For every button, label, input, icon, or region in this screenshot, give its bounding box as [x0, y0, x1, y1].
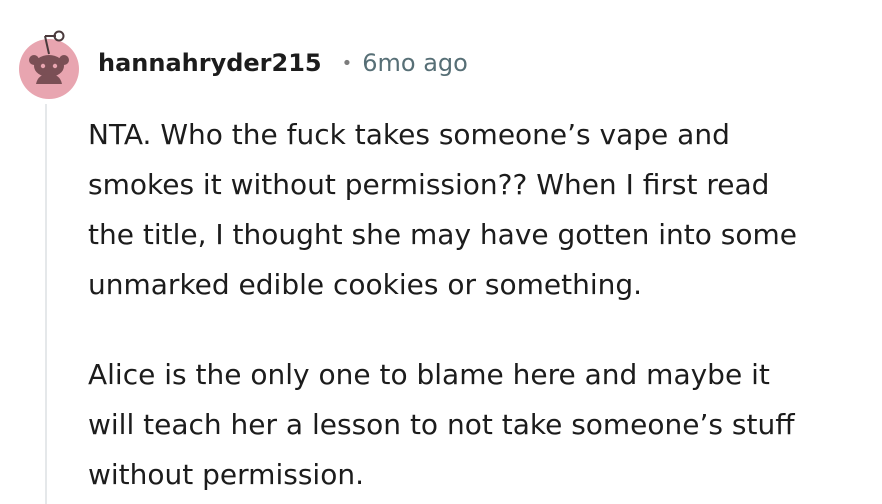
comment-body: NTA. Who the fuck takes someone’s vape a… [88, 110, 878, 500]
comment-line: smokes it without permission?? When I fi… [88, 168, 770, 201]
reddit-snoo-avatar-icon [19, 30, 79, 99]
comment-header: hannahryder215 • 6mo ago [98, 43, 468, 83]
comment-line: NTA. Who the fuck takes someone’s vape a… [88, 118, 730, 151]
meta-separator: • [341, 52, 353, 74]
comment-line: will teach her a lesson to not take some… [88, 408, 795, 441]
username-link[interactable]: hannahryder215 [98, 49, 322, 77]
comment-line: unmarked edible cookies or something. [88, 268, 643, 301]
comment-line: Alice is the only one to blame here and … [88, 358, 770, 391]
comment-line: the title, I thought she may have gotten… [88, 218, 798, 251]
user-avatar[interactable] [18, 22, 80, 100]
comment-line: without permission. [88, 458, 364, 491]
comment: hannahryder215 • 6mo ago NTA. Who the fu… [0, 0, 882, 504]
thread-line[interactable] [45, 104, 47, 504]
timestamp-link[interactable]: 6mo ago [362, 49, 468, 77]
